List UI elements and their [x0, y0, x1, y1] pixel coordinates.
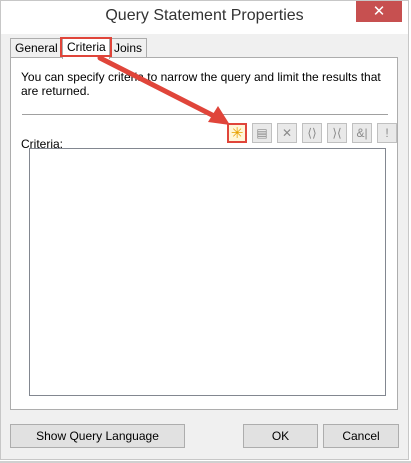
close-button[interactable]: ✕: [356, 1, 402, 22]
criteria-description: You can specify criteria to narrow the q…: [21, 70, 381, 98]
group-icon[interactable]: ⟨⟩: [302, 123, 322, 143]
title-bar: Query Statement Properties ✕: [1, 1, 408, 34]
tab-joins[interactable]: Joins: [109, 38, 147, 58]
criteria-list[interactable]: [29, 148, 386, 396]
window-title: Query Statement Properties: [105, 7, 304, 24]
ungroup-icon[interactable]: ⟩⟨: [327, 123, 347, 143]
show-query-language-button[interactable]: Show Query Language: [10, 424, 185, 448]
and-or-icon[interactable]: &|: [352, 123, 372, 143]
tab-general[interactable]: General: [10, 38, 64, 58]
cancel-button[interactable]: Cancel: [323, 424, 399, 448]
tab-criteria[interactable]: Criteria: [62, 37, 110, 59]
ok-button[interactable]: OK: [243, 424, 318, 448]
separator: [22, 114, 388, 115]
new-criterion-icon[interactable]: ✳: [227, 123, 247, 143]
not-icon[interactable]: !: [377, 123, 397, 143]
criteria-toolbar: ✳ ▤ ✕ ⟨⟩ ⟩⟨ &| !: [227, 123, 397, 145]
delete-icon[interactable]: ✕: [277, 123, 297, 143]
properties-icon[interactable]: ▤: [252, 123, 272, 143]
